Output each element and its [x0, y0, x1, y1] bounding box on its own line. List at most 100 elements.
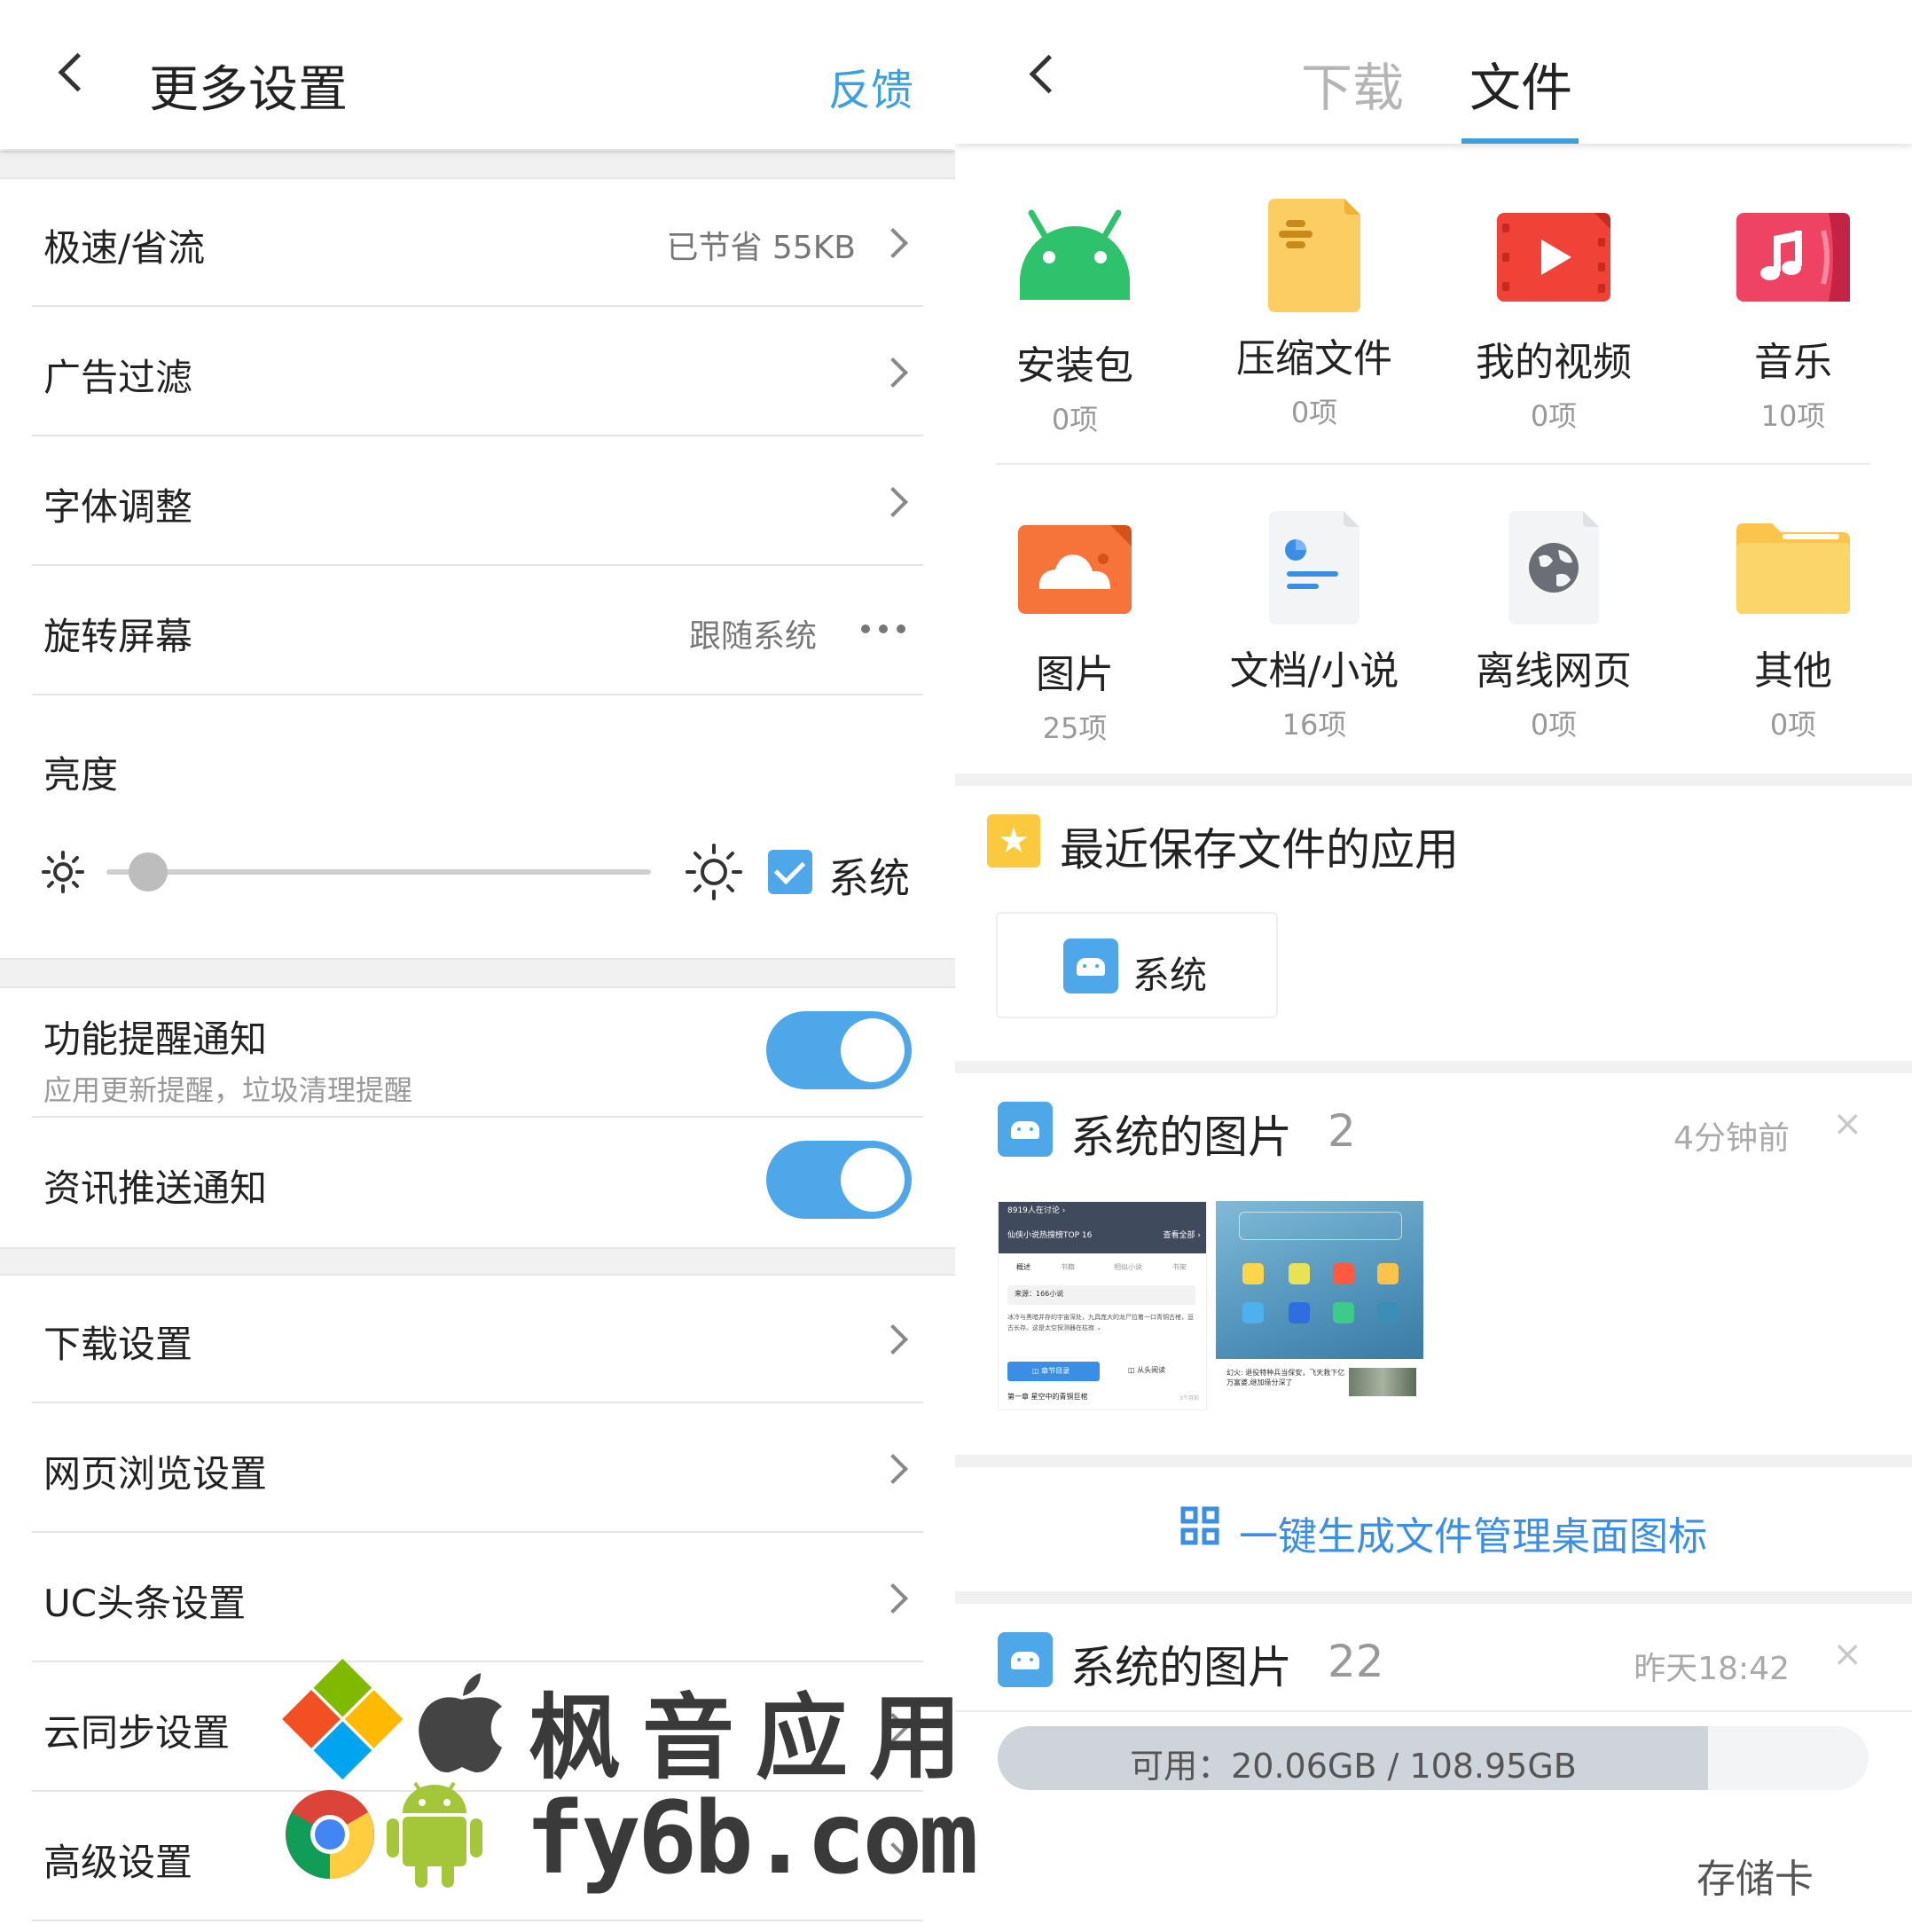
zip-file-icon	[1268, 199, 1360, 312]
thumb-text: 来源：166小说	[1015, 1290, 1064, 1298]
file-manager-header: 下载 文件	[955, 0, 1912, 144]
thumb-header: 8919人在讨论 › 仙侠小说热搜榜TOP 16 查看全部 ›	[999, 1202, 1206, 1253]
thumb-searchbar	[1239, 1212, 1402, 1240]
storage-card-label[interactable]: 存储卡	[1697, 1847, 1814, 1904]
category-count: 16项	[1281, 708, 1347, 742]
category-zip[interactable]: 压缩文件 0项	[1195, 199, 1434, 431]
recent-app-card[interactable]: 系统	[996, 912, 1278, 1018]
setting-uc[interactable]: UC头条设置	[0, 1533, 955, 1662]
setting-label: 资讯推送通知	[43, 1166, 268, 1210]
more-dots-icon[interactable]	[897, 624, 905, 633]
watermark-url-text: fy6b.com	[525, 1781, 978, 1897]
apple-logo-icon	[419, 1673, 502, 1773]
music-icon	[1736, 213, 1850, 302]
image-icon	[1018, 525, 1132, 614]
category-document[interactable]: 文档/小说 16项	[1195, 511, 1434, 743]
folder-icon	[1736, 523, 1850, 614]
setting-browse[interactable]: 网页浏览设置	[0, 1403, 955, 1533]
chevron-right-icon	[878, 1583, 908, 1614]
group-time: 昨天18:42	[1634, 1651, 1790, 1687]
setting-notify-news: 资讯推送通知	[0, 1118, 955, 1247]
category-video[interactable]: 我的视频 0项	[1434, 213, 1673, 435]
checkmark-icon	[773, 852, 806, 885]
image-thumbnail[interactable]: 8919人在讨论 › 仙侠小说热搜榜TOP 16 查看全部 › 概述 书籍 相似…	[998, 1201, 1207, 1410]
section-separator	[955, 774, 1912, 786]
setting-adblock[interactable]: 广告过滤	[0, 307, 955, 436]
sun-small-icon	[42, 851, 84, 893]
android-app-icon	[998, 1102, 1053, 1157]
category-name: 我的视频	[1476, 340, 1632, 385]
storage-text: 可用：20.06GB / 108.95GB	[1130, 1747, 1577, 1786]
chevron-right-icon	[878, 228, 908, 258]
android-apk-icon	[1020, 209, 1130, 300]
category-count: 0项	[1290, 396, 1338, 429]
grid-icon	[1180, 1506, 1219, 1545]
category-count: 0项	[1769, 708, 1817, 742]
active-tab-underline	[1461, 138, 1579, 144]
category-grid: 安装包 0项 压缩文件 0项 我的视频 0项 音乐 10项 图片 25项 文档/…	[955, 144, 1912, 774]
group-count: 22	[1328, 1636, 1384, 1687]
tab-files[interactable]: 文件	[1469, 46, 1572, 121]
image-thumbnail[interactable]: 幻火: 退役特种兵当保安，飞天救下亿万富婆,继加缘分深了	[1216, 1201, 1423, 1409]
chrome-logo-icon	[286, 1790, 374, 1879]
globe-icon	[1508, 511, 1599, 624]
category-name: 压缩文件	[1236, 336, 1392, 381]
news-notify-toggle[interactable]	[766, 1141, 912, 1219]
category-apk[interactable]: 安装包 0项	[955, 206, 1195, 438]
thumb-button: ◫ 章节目录	[1007, 1362, 1100, 1381]
file-group-2: 系统的图片 22 昨天18:42 ×	[955, 1604, 1912, 1710]
feature-notify-toggle[interactable]	[766, 1011, 912, 1089]
thumb-text: 书架	[1172, 1263, 1187, 1271]
watermark-cn-text: 枫音应用	[529, 1684, 983, 1792]
section-separator	[955, 1061, 1912, 1073]
tab-download[interactable]: 下载	[1301, 46, 1404, 121]
feedback-link[interactable]: 反馈	[828, 55, 913, 117]
setting-label: 下载设置	[43, 1323, 193, 1366]
category-count: 0项	[1530, 708, 1578, 742]
thumb-app-icon	[1289, 1263, 1310, 1284]
back-button[interactable]	[1019, 44, 1072, 98]
close-icon[interactable]: ×	[1832, 1103, 1862, 1144]
thumb-app-icon	[1289, 1302, 1310, 1323]
category-name: 图片	[1036, 652, 1114, 697]
windows-logo-icon	[282, 1658, 404, 1780]
setting-notify-feature: 功能提醒通知 应用更新提醒，垃圾清理提醒	[0, 986, 955, 1118]
group-count: 2	[1328, 1105, 1356, 1157]
chevron-right-icon	[878, 487, 908, 517]
document-icon	[1269, 511, 1360, 624]
setting-font[interactable]: 字体调整	[0, 436, 955, 566]
setting-speed[interactable]: 极速/省流 已节省 55KB	[0, 177, 955, 307]
category-count: 0项	[1051, 403, 1099, 436]
category-image[interactable]: 图片 25项	[955, 525, 1195, 747]
android-app-icon	[998, 1632, 1053, 1687]
create-shortcut-button[interactable]: 一键生成文件管理桌面图标	[955, 1467, 1912, 1591]
section-separator	[0, 958, 955, 988]
thumb-text: 第一章 星空中的青铜巨棺	[1007, 1393, 1088, 1401]
close-icon[interactable]: ×	[1832, 1634, 1862, 1675]
android-logo-icon	[387, 1781, 482, 1888]
setting-sublabel: 应用更新提醒，垃圾清理提醒	[43, 1073, 413, 1107]
shortcut-label: 一键生成文件管理桌面图标	[1239, 1514, 1707, 1559]
slider-thumb[interactable]	[128, 852, 168, 891]
category-name: 文档/小说	[1229, 648, 1399, 694]
sun-large-icon	[686, 844, 742, 900]
category-other[interactable]: 其他 0项	[1673, 522, 1912, 743]
chevron-right-icon	[878, 1454, 908, 1484]
category-offline-page[interactable]: 离线网页 0项	[1434, 511, 1673, 743]
category-music[interactable]: 音乐 10项	[1673, 213, 1912, 435]
system-brightness-checkbox[interactable]	[768, 850, 812, 894]
setting-label: 广告过滤	[43, 356, 193, 399]
thumb-text: 仙侠小说热搜榜TOP 16	[1007, 1231, 1093, 1240]
brightness-slider[interactable]	[106, 852, 651, 891]
back-button[interactable]	[44, 44, 98, 98]
chevron-left-icon	[1029, 54, 1069, 94]
category-name: 离线网页	[1476, 648, 1632, 694]
recent-apps-section: ★ 最近保存文件的应用 系统	[955, 786, 1912, 1061]
divider	[955, 1710, 1912, 1712]
setting-rotate[interactable]: 旋转屏幕 跟随系统	[0, 566, 955, 695]
thumb-app-icon	[1242, 1302, 1264, 1323]
category-count: 0项	[1530, 399, 1578, 433]
divider	[32, 1920, 923, 1921]
settings-header: 更多设置 反馈	[0, 0, 955, 149]
setting-download[interactable]: 下载设置	[0, 1274, 955, 1403]
